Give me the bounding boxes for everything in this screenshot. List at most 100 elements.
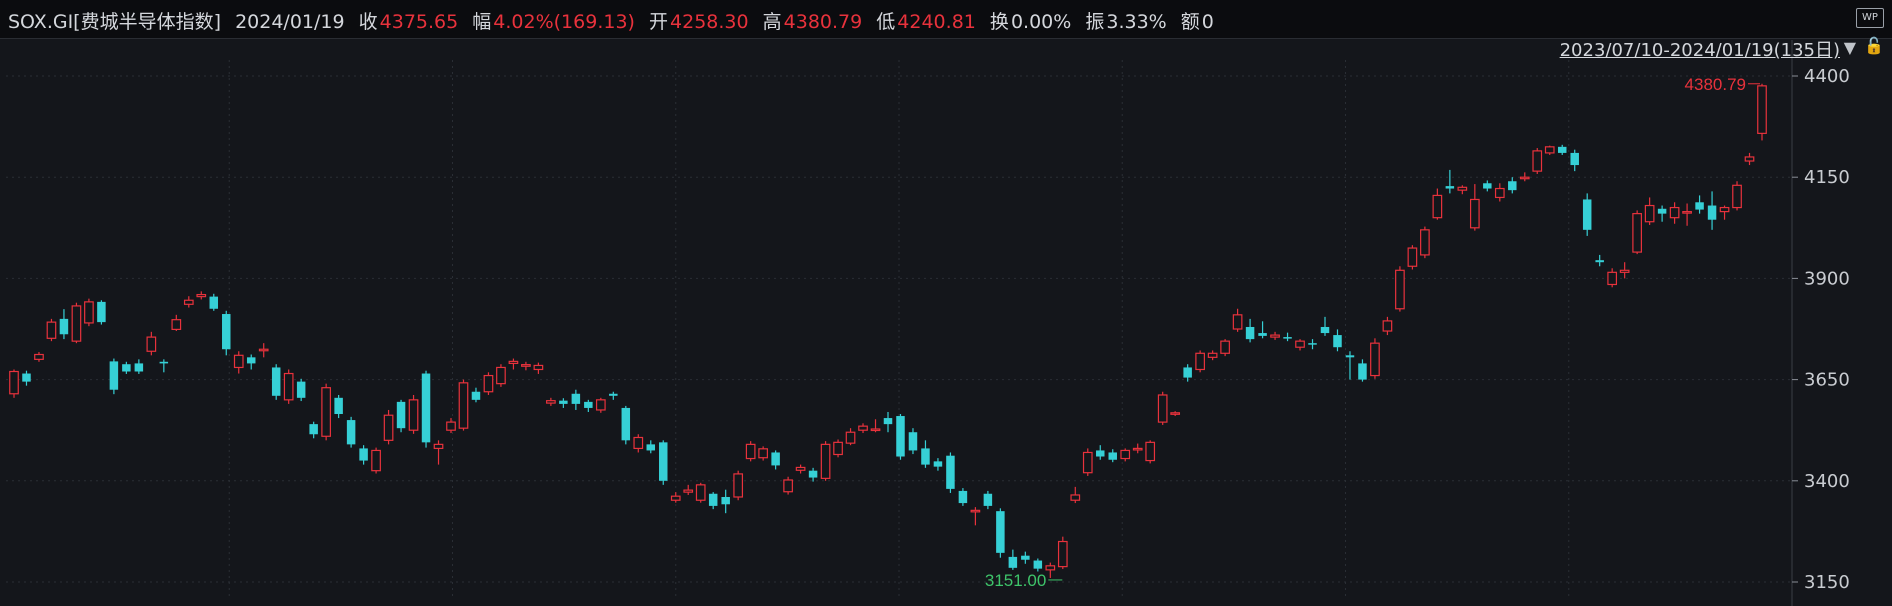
candle-down[interactable] — [571, 389, 581, 410]
candle-down[interactable] — [109, 358, 119, 395]
candle-down[interactable] — [808, 467, 818, 482]
candle-up[interactable] — [1632, 210, 1642, 255]
candle-up[interactable] — [1382, 316, 1393, 336]
candle-down[interactable] — [1245, 318, 1255, 343]
candle-up[interactable] — [820, 441, 831, 481]
candle-down[interactable] — [896, 414, 905, 460]
candle-up[interactable] — [595, 397, 606, 413]
candle-down[interactable] — [1320, 316, 1330, 336]
candle-down[interactable] — [584, 399, 593, 412]
candle-down[interactable] — [1595, 254, 1604, 267]
candle-down[interactable] — [309, 421, 318, 439]
candle-up[interactable] — [183, 296, 194, 308]
candle-up[interactable] — [1532, 148, 1543, 174]
candle-down[interactable] — [1033, 558, 1043, 572]
candle-up[interactable] — [1519, 172, 1530, 182]
candle-up[interactable] — [446, 418, 456, 434]
candle-up[interactable] — [858, 423, 868, 434]
candle-up[interactable] — [196, 291, 207, 300]
candle-up[interactable] — [633, 434, 644, 453]
candle-up[interactable] — [1719, 205, 1730, 220]
candle-down[interactable] — [1258, 321, 1267, 339]
candle-up[interactable] — [46, 318, 57, 342]
candle-up[interactable] — [970, 507, 981, 526]
candle-down[interactable] — [921, 440, 930, 468]
candle-up[interactable] — [795, 464, 806, 474]
candle-up[interactable] — [1045, 562, 1056, 578]
candle-up[interactable] — [458, 379, 469, 431]
candle-up[interactable] — [1682, 203, 1692, 226]
candle-down[interactable] — [1695, 195, 1704, 214]
candle-up[interactable] — [71, 302, 82, 344]
candle-down[interactable] — [983, 490, 993, 510]
candle-up[interactable] — [1644, 197, 1655, 225]
candle-down[interactable] — [396, 399, 406, 433]
candle-down[interactable] — [1345, 351, 1355, 380]
candle-down[interactable] — [1308, 339, 1317, 350]
candle-down[interactable] — [59, 309, 69, 340]
candle-down[interactable] — [996, 508, 1005, 558]
candle-up[interactable] — [546, 397, 556, 406]
candle-up[interactable] — [1544, 145, 1555, 155]
candle-up[interactable] — [758, 446, 768, 461]
candle-down[interactable] — [646, 440, 656, 454]
candle-down[interactable] — [1358, 359, 1367, 382]
candle-down[interactable] — [22, 370, 31, 386]
candle-down[interactable] — [908, 428, 918, 455]
candle-down[interactable] — [1021, 551, 1030, 564]
candle-up[interactable] — [1469, 184, 1480, 231]
candle-down[interactable] — [346, 416, 356, 448]
candle-up[interactable] — [84, 298, 94, 327]
candlestick-chart[interactable]: 4400 4150 3900 3650 3400 3150 4380.79 3151.00 — [0, 0, 1892, 606]
candle-up[interactable] — [1732, 181, 1742, 211]
candle-up[interactable] — [1220, 339, 1230, 357]
candle-down[interactable] — [1707, 191, 1717, 230]
candle-up[interactable] — [433, 440, 444, 465]
candle-up[interactable] — [1420, 226, 1430, 259]
candle-down[interactable] — [471, 387, 481, 403]
candle-up[interactable] — [321, 383, 331, 441]
candle-down[interactable] — [334, 394, 343, 419]
candle-down[interactable] — [721, 489, 730, 514]
candle-down[interactable] — [296, 378, 306, 402]
candle-down[interactable] — [1508, 177, 1517, 194]
candle-up[interactable] — [171, 314, 182, 332]
candle-up[interactable] — [870, 419, 881, 433]
candle-up[interactable] — [1270, 331, 1280, 340]
candle-up[interactable] — [1669, 202, 1680, 224]
candle-down[interactable] — [122, 361, 131, 374]
candle-up[interactable] — [695, 482, 706, 503]
candle-up[interactable] — [496, 364, 506, 387]
candle-down[interactable] — [1096, 445, 1105, 460]
candle-up[interactable] — [783, 476, 793, 495]
candle-down[interactable] — [159, 359, 169, 373]
candle-up[interactable] — [1145, 440, 1156, 464]
candle-up[interactable] — [1132, 443, 1143, 454]
candle-down[interactable] — [209, 293, 219, 311]
candle-up[interactable] — [1370, 338, 1380, 379]
date-range-selector[interactable]: 2023/07/10-2024/01/19(135日) — [1560, 36, 1840, 62]
candle-up[interactable] — [146, 331, 157, 356]
candle-down[interactable] — [1570, 149, 1579, 172]
candle-up[interactable] — [1120, 448, 1131, 462]
candle-up[interactable] — [34, 352, 44, 362]
candle-up[interactable] — [1082, 448, 1093, 476]
candle-up[interactable] — [1757, 83, 1767, 141]
candle-up[interactable] — [745, 441, 756, 462]
candle-down[interactable] — [659, 440, 668, 485]
candle-down[interactable] — [1008, 549, 1018, 570]
candle-down[interactable] — [1557, 144, 1567, 155]
candle-up[interactable] — [521, 361, 531, 371]
candle-down[interactable] — [1283, 332, 1292, 342]
candle-up[interactable] — [508, 358, 519, 370]
candle-up[interactable] — [1744, 152, 1755, 166]
candle-down[interactable] — [1108, 449, 1117, 463]
candle-up[interactable] — [408, 394, 419, 434]
candle-down[interactable] — [1483, 180, 1492, 192]
candle-up[interactable] — [483, 372, 494, 395]
candle-down[interactable] — [1582, 193, 1592, 236]
candle-down[interactable] — [708, 492, 718, 510]
candle-down[interactable] — [621, 405, 631, 445]
candle-down[interactable] — [1183, 364, 1192, 382]
candle-down[interactable] — [946, 452, 955, 493]
